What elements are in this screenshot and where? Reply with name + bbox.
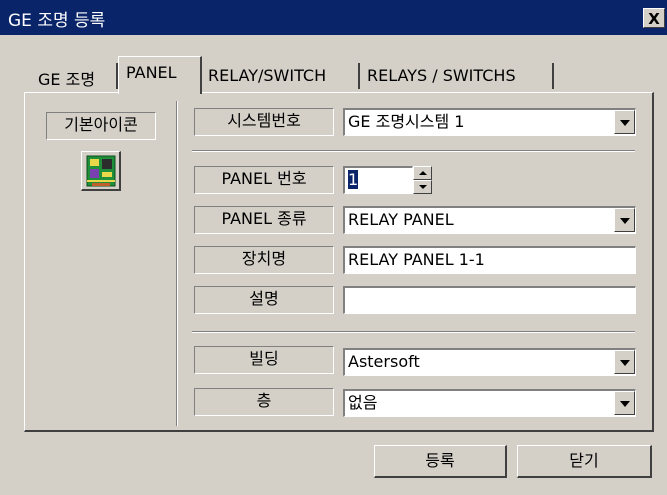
panel-number-label: PANEL 번호 bbox=[194, 166, 334, 194]
system-number-label: 시스템번호 bbox=[194, 108, 334, 136]
floor-value: 없음 bbox=[348, 393, 378, 412]
circuit-board-icon[interactable] bbox=[81, 151, 121, 191]
tab-panel[interactable]: PANEL bbox=[118, 56, 202, 94]
panel-type-label: PANEL 종류 bbox=[194, 206, 334, 234]
chevron-down-icon[interactable] bbox=[614, 110, 635, 134]
system-number-value: GE 조명시스템 1 bbox=[348, 112, 465, 131]
floor-select[interactable]: 없음 bbox=[343, 389, 636, 417]
building-value: Astersoft bbox=[348, 352, 420, 371]
device-name-label: 장치명 bbox=[194, 246, 334, 274]
chevron-down-icon[interactable] bbox=[614, 391, 635, 415]
close-window-button[interactable]: X bbox=[643, 8, 665, 28]
system-number-select[interactable]: GE 조명시스템 1 bbox=[343, 108, 636, 136]
default-icon-label: 기본아이콘 bbox=[46, 112, 156, 140]
description-label: 설명 bbox=[194, 286, 334, 314]
tab-label: RELAYS / SWITCHS bbox=[367, 66, 516, 85]
tab-label: PANEL bbox=[126, 63, 177, 82]
chevron-down-icon[interactable] bbox=[614, 208, 635, 232]
panel-number-value: 1 bbox=[348, 170, 359, 189]
tab-label: GE 조명 bbox=[38, 70, 96, 89]
spin-down-icon[interactable] bbox=[413, 180, 432, 194]
building-label: 빌딩 bbox=[194, 346, 334, 374]
description-input[interactable] bbox=[343, 286, 636, 314]
horizontal-divider bbox=[192, 150, 635, 152]
tab-relay-switch[interactable]: RELAY/SWITCH bbox=[204, 63, 360, 89]
close-button[interactable]: 닫기 bbox=[517, 445, 652, 478]
vertical-divider bbox=[176, 101, 178, 426]
title-bar: GE 조명 등록 X bbox=[0, 0, 667, 35]
tab-ge-lighting[interactable]: GE 조명 bbox=[32, 63, 118, 89]
register-button[interactable]: 등록 bbox=[374, 445, 507, 478]
tab-label: RELAY/SWITCH bbox=[208, 66, 327, 85]
panel-number-input[interactable]: 1 bbox=[343, 166, 413, 194]
panel-type-value: RELAY PANEL bbox=[348, 210, 454, 229]
device-name-input[interactable]: RELAY PANEL 1-1 bbox=[343, 246, 636, 274]
building-select[interactable]: Astersoft bbox=[343, 348, 636, 376]
window-title: GE 조명 등록 bbox=[8, 11, 106, 31]
panel-type-select[interactable]: RELAY PANEL bbox=[343, 206, 636, 234]
device-name-value: RELAY PANEL 1-1 bbox=[348, 250, 485, 269]
tab-relays-switchs[interactable]: RELAYS / SWITCHS bbox=[362, 63, 554, 89]
chevron-down-icon[interactable] bbox=[614, 350, 635, 374]
spin-up-icon[interactable] bbox=[413, 166, 432, 180]
horizontal-divider bbox=[192, 331, 635, 333]
floor-label: 층 bbox=[194, 388, 334, 416]
